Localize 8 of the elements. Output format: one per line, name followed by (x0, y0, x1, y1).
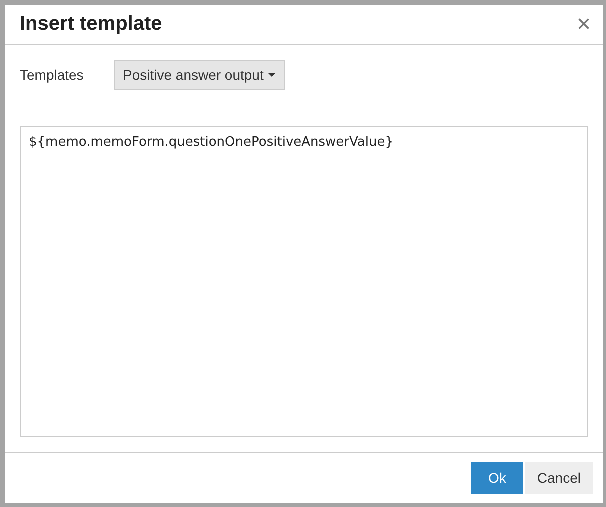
close-button[interactable]: × (574, 12, 593, 36)
cancel-button[interactable]: Cancel (525, 462, 593, 494)
dialog-title: Insert template (20, 13, 162, 36)
ok-button[interactable]: Ok (471, 462, 524, 494)
templates-label: Templates (20, 67, 84, 83)
caret-icon (268, 73, 276, 77)
template-text-area[interactable]: ${memo.memoForm.questionOnePositiveAnswerValue} (20, 126, 588, 437)
template-dropdown[interactable]: Positive answer output (114, 60, 285, 90)
